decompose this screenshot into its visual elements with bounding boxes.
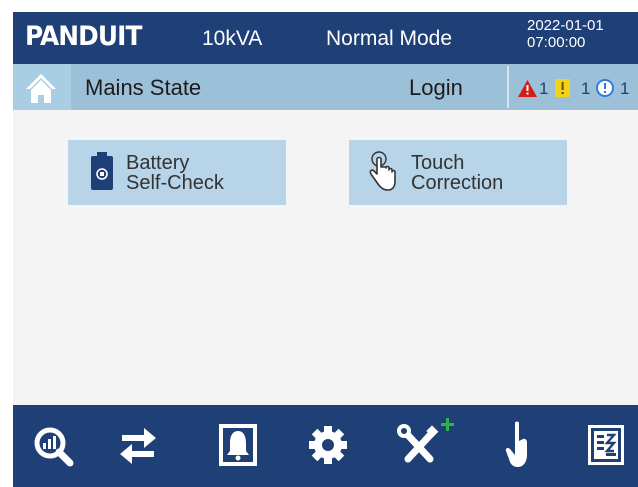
- ups-touch-screen: PANDUIT 10kVA Normal Mode 2022-01-01 07:…: [13, 12, 638, 487]
- critical-alarm-icon: [518, 80, 537, 97]
- info-alarm-count: 1: [620, 79, 630, 98]
- transfer-arrows-icon: [120, 428, 156, 464]
- nav-transfer-button[interactable]: [108, 415, 168, 475]
- warning-alarm-count: 1: [581, 79, 591, 98]
- main-content: Battery Self-Check Touch Correction: [13, 110, 638, 405]
- gear-icon: [309, 426, 347, 464]
- home-icon: [26, 74, 56, 103]
- battery-self-check-button[interactable]: Battery Self-Check: [68, 140, 286, 205]
- tools-plus-icon: [397, 418, 454, 463]
- status-divider: [507, 66, 509, 108]
- touch-correction-label: Touch Correction: [411, 152, 504, 194]
- touch-hand-icon: [369, 151, 396, 191]
- mains-state-label[interactable]: Mains State: [85, 75, 201, 101]
- alarm-bell-icon: [219, 424, 257, 466]
- nav-measurements-button[interactable]: [24, 415, 84, 475]
- capacity-label: 10kVA: [202, 27, 263, 50]
- date-text: 2022-01-01: [527, 17, 604, 34]
- home-button[interactable]: [13, 64, 71, 110]
- touch-correction-button[interactable]: Touch Correction: [349, 140, 567, 205]
- nav-settings-button[interactable]: [298, 415, 358, 475]
- login-button[interactable]: Login: [409, 75, 463, 101]
- info-alarm-icon: [596, 79, 614, 97]
- battery-icon: [91, 152, 113, 190]
- nav-alarm-button[interactable]: [208, 415, 268, 475]
- log-document-icon: [588, 425, 624, 465]
- top-header-bar: PANDUIT 10kVA Normal Mode 2022-01-01 07:…: [13, 12, 638, 64]
- nav-records-button[interactable]: [576, 415, 636, 475]
- datetime-display: 2022-01-01 07:00:00: [527, 17, 604, 51]
- bottom-nav-bar: [13, 405, 638, 487]
- time-text: 07:00:00: [527, 34, 586, 51]
- status-bar: Mains State Login 1 1 1: [13, 64, 638, 110]
- warning-alarm-icon: [555, 79, 570, 97]
- magnifier-icon: [34, 427, 74, 467]
- hand-pointer-icon: [505, 421, 527, 467]
- brand-logo: PANDUIT: [25, 21, 142, 52]
- nav-touch-button[interactable]: [491, 415, 551, 475]
- critical-alarm-count: 1: [539, 79, 549, 98]
- nav-maintenance-button[interactable]: [390, 415, 454, 475]
- operating-mode-label: Normal Mode: [326, 27, 453, 50]
- battery-self-check-label: Battery Self-Check: [126, 152, 224, 194]
